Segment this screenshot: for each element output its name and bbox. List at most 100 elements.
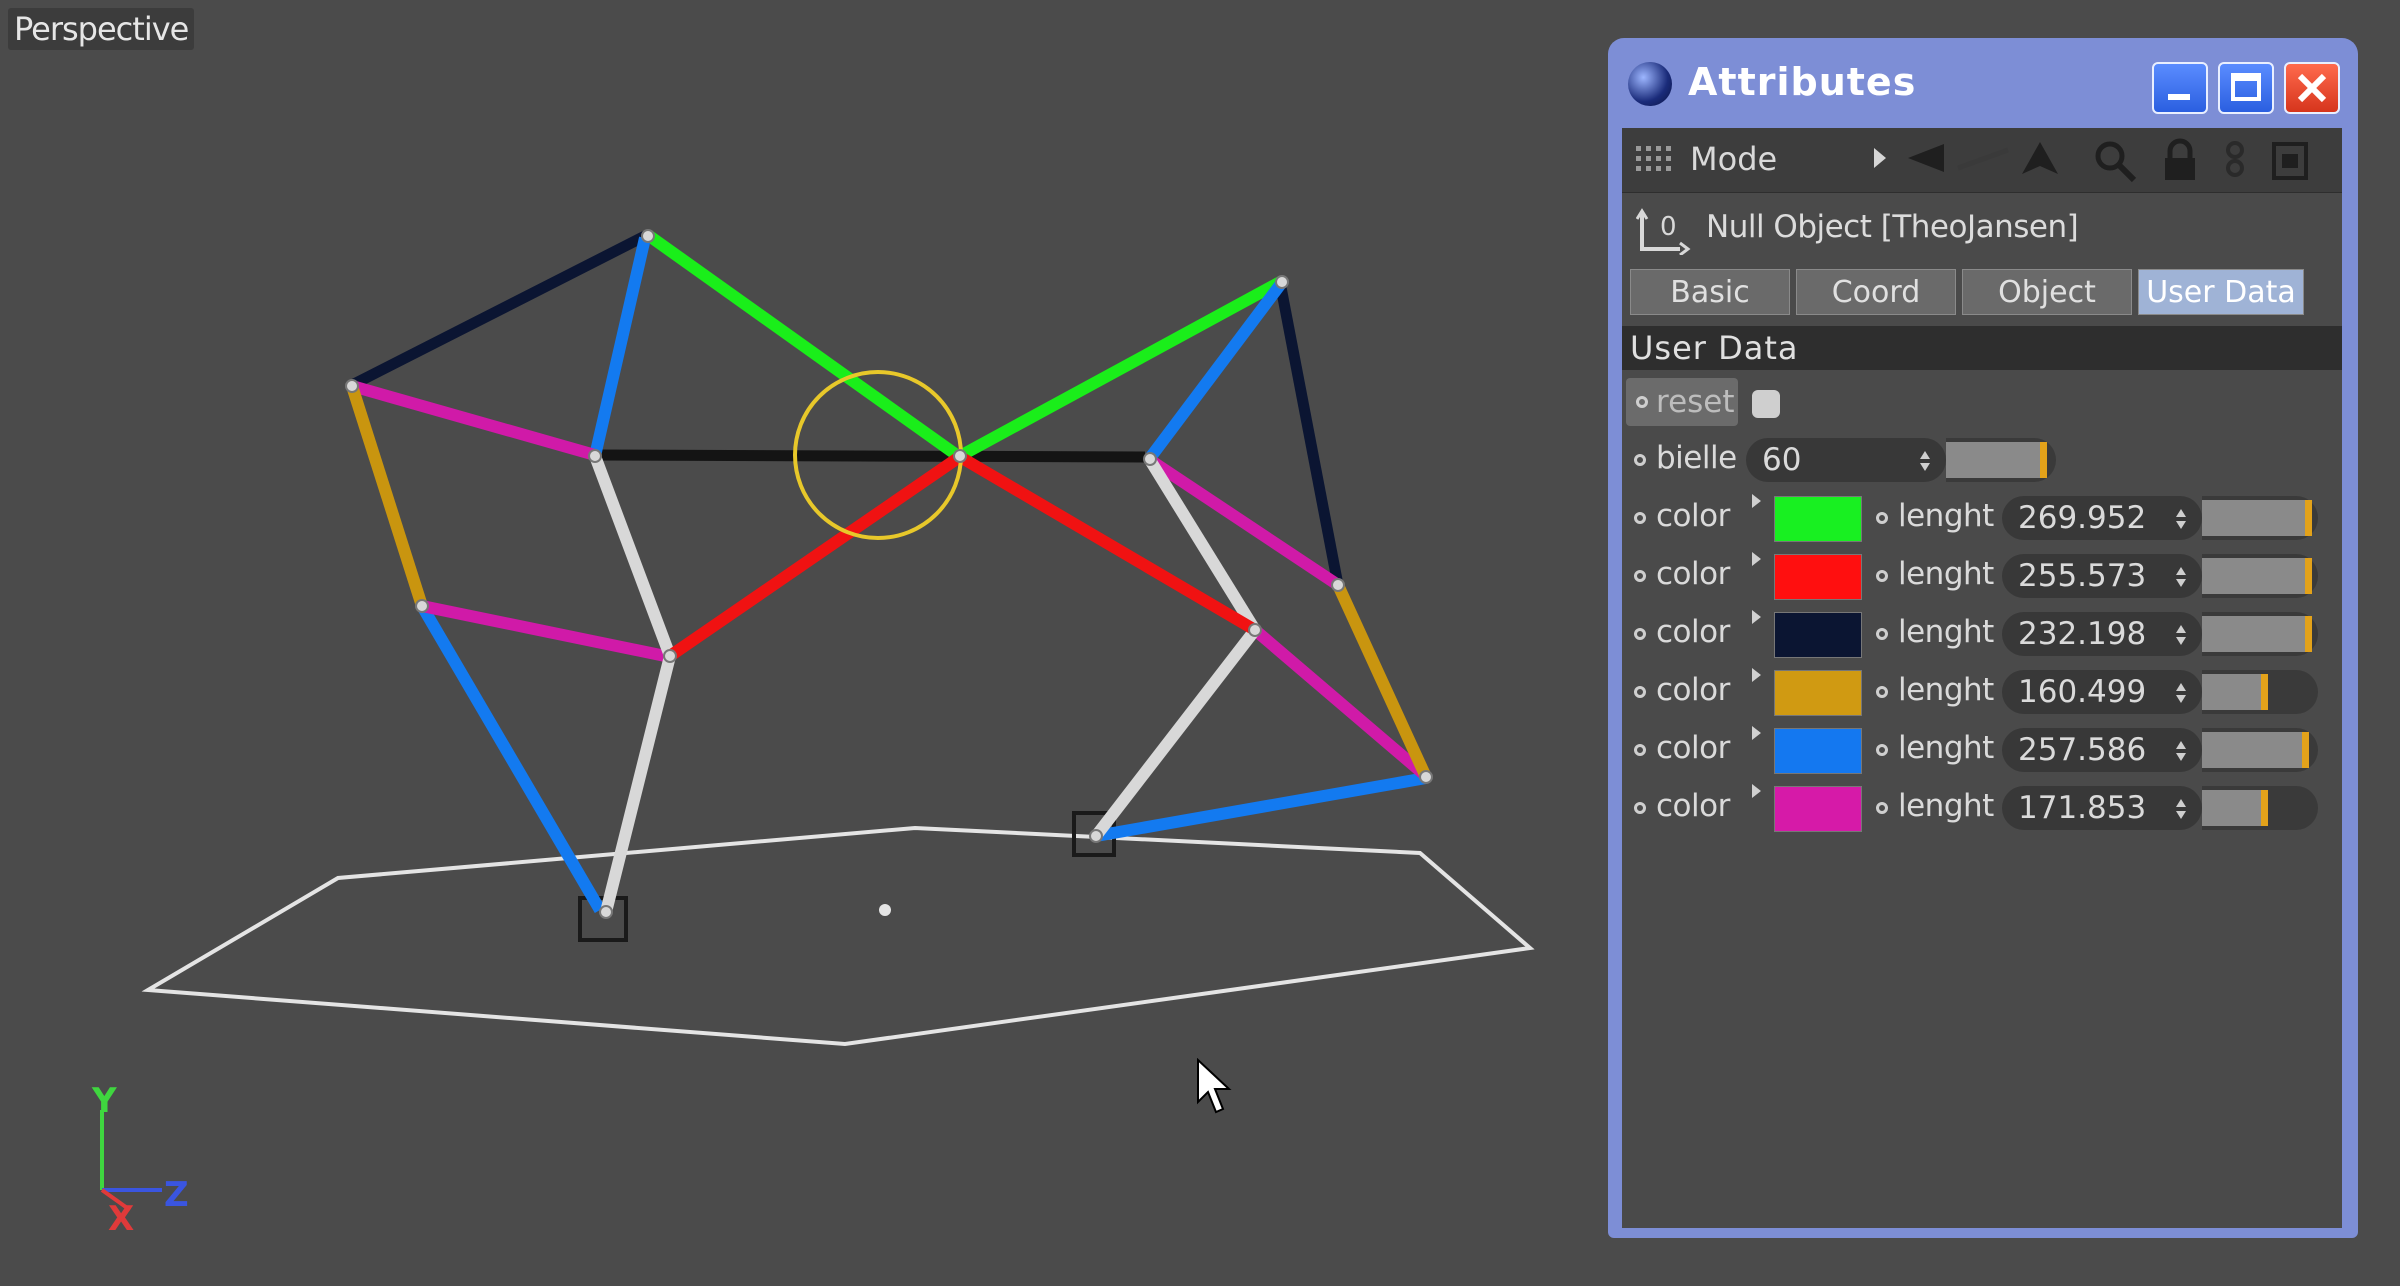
keyframe-dot-icon[interactable] <box>1876 802 1888 814</box>
keyframe-dot-icon[interactable] <box>1876 686 1888 698</box>
expand-arrow-icon[interactable] <box>1752 552 1761 566</box>
color-label: color <box>1656 730 1730 766</box>
bielle-input[interactable]: 60 <box>1746 438 1946 482</box>
origin-dot <box>879 904 891 916</box>
reset-button[interactable]: reset <box>1626 378 1738 426</box>
length-input[interactable]: 257.586 <box>2002 728 2202 772</box>
crank-bar <box>594 449 1146 463</box>
stepper-icon[interactable] <box>2174 740 2188 762</box>
gold-link-left <box>346 384 428 608</box>
color-swatch[interactable] <box>1774 786 1862 832</box>
length-label: lenght <box>1898 788 1994 824</box>
keyframe-dot-icon[interactable] <box>1634 628 1646 640</box>
keyframe-dot-icon[interactable] <box>1634 802 1646 814</box>
length-slider[interactable] <box>2202 496 2318 540</box>
mode-arrow-icon[interactable] <box>1870 138 1890 178</box>
white-link-1 <box>589 453 676 659</box>
red-link-right <box>958 452 1259 636</box>
color-swatch[interactable] <box>1774 728 1862 774</box>
blue-link-upper-left <box>589 236 651 458</box>
length-input[interactable]: 171.853 <box>2002 786 2202 830</box>
joint <box>588 449 602 463</box>
length-input[interactable]: 160.499 <box>2002 670 2202 714</box>
reset-label: reset <box>1656 384 1735 420</box>
null-object-icon: 0 <box>1636 208 1691 255</box>
mode-menu[interactable]: Mode <box>1690 140 1777 178</box>
length-slider[interactable] <box>2202 786 2318 830</box>
tab-user-data[interactable]: User Data <box>2138 269 2304 315</box>
color-length-row: color lenght 257.586 <box>1622 722 2342 780</box>
expand-arrow-icon[interactable] <box>1752 610 1761 624</box>
lock-icon[interactable] <box>2160 138 2200 184</box>
gold-link-right <box>1332 582 1432 780</box>
expand-arrow-icon[interactable] <box>1752 726 1761 740</box>
white-link-2 <box>600 654 676 914</box>
search-icon[interactable] <box>2092 138 2138 184</box>
object-header: 0 Null Object [TheoJansen] <box>1622 193 2342 263</box>
length-slider[interactable] <box>2202 670 2318 714</box>
object-name: Null Object [TheoJansen] <box>1706 209 2079 245</box>
color-length-row: color lenght 171.853 <box>1622 780 2342 838</box>
keyframe-dot-icon[interactable] <box>1634 570 1646 582</box>
length-slider[interactable] <box>2202 554 2318 598</box>
stepper-icon[interactable] <box>2174 798 2188 820</box>
keyframe-dot-icon[interactable] <box>1634 744 1646 756</box>
magenta-link-1 <box>350 380 597 461</box>
keyframe-dot-icon[interactable] <box>1876 512 1888 524</box>
new-panel-icon[interactable] <box>2268 138 2312 184</box>
joint <box>641 229 655 243</box>
expand-arrow-icon[interactable] <box>1752 784 1761 798</box>
window-titlebar[interactable]: Attributes <box>1614 44 2352 124</box>
length-value: 232.198 <box>2018 616 2147 652</box>
color-length-row: color lenght 269.952 <box>1622 490 2342 548</box>
color-swatch[interactable] <box>1774 496 1862 542</box>
length-input[interactable]: 255.573 <box>2002 554 2202 598</box>
grip-icon[interactable] <box>1636 146 1672 176</box>
minimize-button[interactable] <box>2152 62 2208 114</box>
color-length-row: color lenght 232.198 <box>1622 606 2342 664</box>
length-input[interactable]: 232.198 <box>2002 612 2202 656</box>
maximize-button[interactable] <box>2218 62 2274 114</box>
attributes-tabs: Basic Coord Object User Data <box>1622 263 2342 315</box>
reset-checkbox[interactable] <box>1752 390 1780 418</box>
back-arrow-icon[interactable] <box>1904 138 1948 178</box>
navy-link-right <box>1274 280 1344 587</box>
forward-arrow-icon[interactable] <box>1954 138 2014 178</box>
tab-coord[interactable]: Coord <box>1796 269 1956 315</box>
tab-object[interactable]: Object <box>1962 269 2132 315</box>
bielle-value: 60 <box>1762 442 1802 478</box>
length-input[interactable]: 269.952 <box>2002 496 2202 540</box>
keyframe-dot-icon[interactable] <box>1634 454 1646 466</box>
link-icon[interactable] <box>2220 138 2250 184</box>
length-slider[interactable] <box>2202 612 2318 656</box>
length-value: 269.952 <box>2018 500 2147 536</box>
close-button[interactable] <box>2284 62 2340 114</box>
bielle-slider[interactable] <box>1946 438 2056 482</box>
joint <box>1089 829 1103 843</box>
attributes-window[interactable]: Attributes Mode 0 Null Object [TheoJanse… <box>1608 38 2358 1238</box>
stepper-icon[interactable] <box>2174 682 2188 704</box>
expand-arrow-icon[interactable] <box>1752 494 1761 508</box>
window-title: Attributes <box>1688 60 1917 104</box>
length-slider[interactable] <box>2202 728 2318 772</box>
stepper-icon[interactable] <box>1918 450 1932 472</box>
keyframe-dot-icon[interactable] <box>1634 512 1646 524</box>
stepper-icon[interactable] <box>2174 566 2188 588</box>
stepper-icon[interactable] <box>2174 508 2188 530</box>
scene-canvas[interactable]: Y Z X <box>0 0 1600 1286</box>
joint <box>415 599 429 613</box>
keyframe-dot-icon[interactable] <box>1634 686 1646 698</box>
color-swatch[interactable] <box>1774 670 1862 716</box>
reset-row: reset <box>1622 374 2342 432</box>
color-swatch[interactable] <box>1774 554 1862 600</box>
color-swatch[interactable] <box>1774 612 1862 658</box>
stepper-icon[interactable] <box>2174 624 2188 646</box>
keyframe-dot-icon[interactable] <box>1636 396 1648 408</box>
keyframe-dot-icon[interactable] <box>1876 744 1888 756</box>
keyframe-dot-icon[interactable] <box>1876 628 1888 640</box>
up-arrow-icon[interactable] <box>2018 138 2062 178</box>
tab-basic[interactable]: Basic <box>1630 269 1790 315</box>
bielle-label: bielle <box>1656 440 1737 476</box>
keyframe-dot-icon[interactable] <box>1876 570 1888 582</box>
expand-arrow-icon[interactable] <box>1752 668 1761 682</box>
